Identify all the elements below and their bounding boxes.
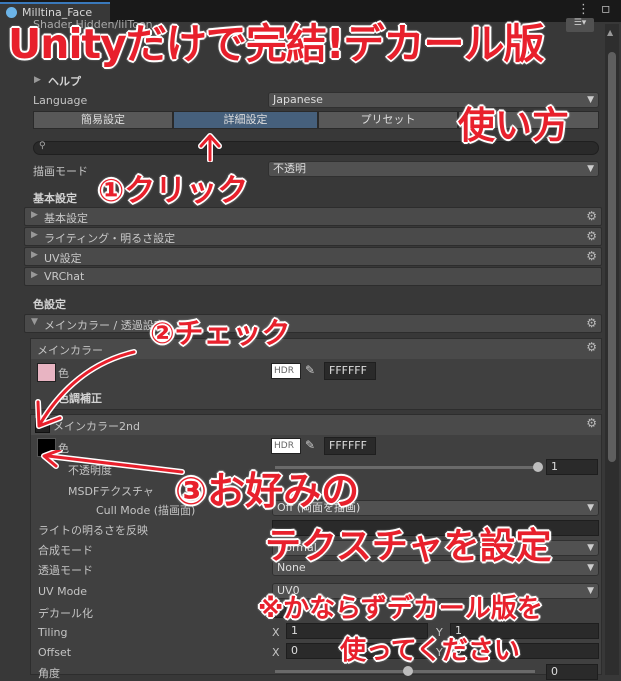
annotation-step2: ②チェック xyxy=(150,316,291,350)
eyedropper-icon[interactable]: ✎ xyxy=(305,363,315,377)
foldout-label: メインカラー / 透過設定 xyxy=(44,319,165,332)
annotation-step3-line1: ③お好みの xyxy=(175,469,360,513)
gear-icon[interactable]: ⚙ xyxy=(586,316,597,330)
eyedropper-icon[interactable]: ✎ xyxy=(305,438,315,452)
blend-mode-label: 合成モード xyxy=(38,544,93,557)
foldout-label: ライティング・明るさ設定 xyxy=(44,232,176,245)
help-label[interactable]: ヘルプ xyxy=(48,73,81,89)
annotation-note-line1: ※かならずデカール版を xyxy=(258,594,543,624)
chevron-down-icon: ▼ xyxy=(587,95,594,105)
uv-mode-label: UV Mode xyxy=(38,585,88,598)
tiling-x-label: X xyxy=(272,626,280,639)
chevron-down-icon: ▼ xyxy=(587,563,594,573)
expand-arrow-icon: ▼ xyxy=(31,317,38,327)
context-menu-button[interactable]: ☰▾ xyxy=(566,18,594,32)
gear-icon[interactable]: ⚙ xyxy=(586,229,597,243)
annotation-step3-line2: テクスチャを設定 xyxy=(265,526,552,567)
language-value: Japanese xyxy=(273,93,323,106)
foldout-vrchat[interactable]: ▶ VRChat xyxy=(24,267,602,286)
expand-arrow-icon: ▶ xyxy=(31,270,38,280)
expand-arrow-icon: ▶ xyxy=(31,250,38,260)
opacity-input[interactable]: 1 xyxy=(546,459,598,475)
alpha-mode-label: 透過モード xyxy=(38,564,93,577)
foldout-label: VRChat xyxy=(44,270,85,283)
search-icon: ⚲ xyxy=(39,141,46,151)
hex-input[interactable]: FFFFFF xyxy=(324,437,376,455)
render-mode-dropdown[interactable]: 不透明 ▼ xyxy=(268,161,599,177)
more-options-icon[interactable]: ⋮ xyxy=(577,2,590,17)
scrollbar-thumb[interactable] xyxy=(608,52,616,462)
foldout-label: UV設定 xyxy=(44,252,82,265)
arrow-to-texture-slot xyxy=(41,450,185,475)
foldout-lighting[interactable]: ▶ ライティング・明るさ設定 ⚙ xyxy=(24,227,602,246)
offset-x-label: X xyxy=(272,646,280,659)
offset-label: Offset xyxy=(38,646,72,659)
color-swatch[interactable]: HDR xyxy=(271,363,301,379)
foldout-main-color[interactable]: ▼ メインカラー / 透過設定 ⚙ xyxy=(24,314,602,333)
render-mode-label: 描画モード xyxy=(33,165,88,178)
chevron-down-icon: ▼ xyxy=(587,164,594,174)
chevron-down-icon: ▼ xyxy=(587,503,594,513)
arrow-to-advanced-tab xyxy=(198,133,222,162)
msdf-label: MSDFテクスチャ xyxy=(68,485,154,498)
tiling-label: Tiling xyxy=(38,626,68,639)
gear-icon[interactable]: ⚙ xyxy=(586,249,597,263)
annotation-title-line1: Unityだけで完結!デカール版 xyxy=(8,20,545,68)
chevron-down-icon: ▼ xyxy=(587,543,594,553)
expand-arrow-icon: ▶ xyxy=(31,230,38,240)
tab-presets[interactable]: プリセット xyxy=(318,111,458,129)
foldout-label: 基本設定 xyxy=(44,212,88,225)
chevron-down-icon: ▼ xyxy=(587,586,594,596)
color-swatch[interactable]: HDR xyxy=(271,438,301,454)
annotation-note-line2: 使ってください xyxy=(340,636,520,666)
help-arrow-icon: ▶ xyxy=(34,75,41,85)
opacity-slider-knob[interactable] xyxy=(533,462,543,472)
tab-advanced[interactable]: 詳細設定 xyxy=(173,111,318,129)
render-mode-value: 不透明 xyxy=(273,162,306,175)
tab-simple[interactable]: 簡易設定 xyxy=(33,111,173,129)
gear-icon[interactable]: ⚙ xyxy=(586,340,597,354)
gear-icon[interactable]: ⚙ xyxy=(586,416,597,430)
angle-label: 角度 xyxy=(38,667,60,680)
close-icon[interactable]: ▫ xyxy=(601,1,611,17)
annotation-title-line2: 使い方 xyxy=(458,104,569,147)
language-label: Language xyxy=(33,94,88,107)
hex-input[interactable]: FFFFFF xyxy=(324,362,376,380)
color-section-title: 色設定 xyxy=(33,298,66,311)
foldout-uv[interactable]: ▶ UV設定 ⚙ xyxy=(24,247,602,266)
annotation-step1: ①クリック xyxy=(98,173,249,209)
expand-arrow-icon: ▶ xyxy=(31,210,38,220)
decal-label: デカール化 xyxy=(38,607,93,620)
light-label: ライトの明るさを反映 xyxy=(38,524,148,537)
scroll-up-icon[interactable]: ▲ xyxy=(607,28,613,37)
basic-section-title: 基本設定 xyxy=(33,192,77,205)
angle-input[interactable]: 0 xyxy=(546,664,598,680)
arrow-to-checkbox xyxy=(35,349,137,429)
gear-icon[interactable]: ⚙ xyxy=(586,209,597,223)
